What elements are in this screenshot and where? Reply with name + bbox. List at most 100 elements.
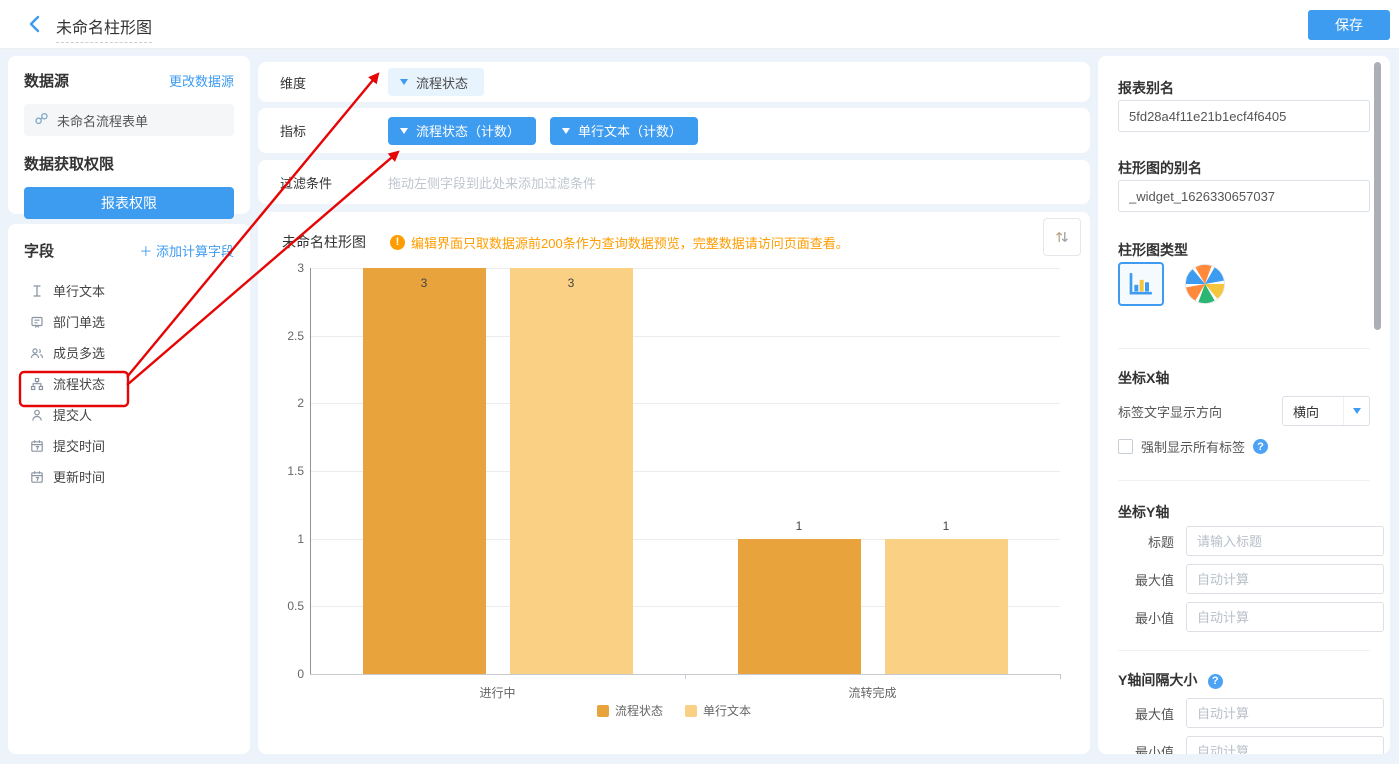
yinterval-min-input[interactable]: [1186, 736, 1384, 754]
chevron-down-icon: [1353, 408, 1361, 414]
link-icon: [34, 111, 49, 129]
field-label: 流程状态: [53, 374, 105, 393]
x-axis-tick: [685, 674, 686, 679]
legend-swatch: [597, 705, 609, 717]
report-alias-input[interactable]: [1118, 100, 1370, 132]
warning-text: 编辑界面只取数据源前200条作为查询数据预览，完整数据请访问页面查看。: [411, 233, 849, 252]
y-axis-tick-label: 3: [260, 261, 304, 275]
legend-item-流程状态[interactable]: 流程状态: [597, 702, 663, 719]
yaxis-max-label: 最大值: [1118, 570, 1174, 589]
yaxis-title: 坐标Y轴: [1118, 504, 1169, 520]
pie-chart-icon: [1184, 263, 1226, 305]
dimension-tag[interactable]: 流程状态: [388, 68, 484, 96]
members-icon: [30, 346, 44, 360]
y-axis-tick-label: 1.5: [260, 464, 304, 478]
widget-alias-input[interactable]: [1118, 180, 1370, 212]
chevron-down-icon: [400, 79, 408, 85]
field-item-department[interactable]: 部门单选: [24, 306, 234, 337]
field-item-submitter[interactable]: 提交人: [24, 399, 234, 430]
field-item-workflow-status[interactable]: 流程状态: [24, 368, 234, 399]
scrollbar-thumb[interactable]: [1374, 62, 1381, 330]
yinterval-min-label: 最小值: [1118, 742, 1174, 755]
divider: [1118, 480, 1370, 481]
yaxis-title-input[interactable]: [1186, 526, 1384, 556]
bar-value-label: 3: [510, 276, 633, 290]
force-labels-checkbox[interactable]: [1118, 439, 1133, 454]
back-icon[interactable]: [26, 14, 46, 34]
widget-alias-title: 柱形图的别名: [1118, 160, 1202, 176]
calendar-icon: [30, 439, 44, 453]
top-bar: 未命名柱形图 保存: [0, 0, 1399, 48]
yaxis-title-label: 标题: [1118, 532, 1174, 551]
chart-type-title: 柱形图类型: [1118, 242, 1188, 258]
workflow-icon: [30, 377, 44, 391]
chart-type-bar-button[interactable]: [1118, 262, 1164, 306]
y-axis-tick-label: 1: [260, 532, 304, 546]
datasource-item[interactable]: 未命名流程表单: [24, 104, 234, 136]
dimension-tag-label: 流程状态: [416, 73, 468, 92]
xaxis-title: 坐标X轴: [1118, 370, 1169, 386]
dimension-row: 维度 流程状态: [258, 62, 1090, 102]
bar-单行文本-进行中: [510, 268, 633, 674]
bar-流程状态-进行中: [363, 268, 486, 674]
report-permission-button[interactable]: 报表权限: [24, 187, 234, 219]
metric-tag-label: 单行文本（计数）: [578, 121, 682, 140]
field-label: 成员多选: [53, 343, 105, 362]
bar-流程状态-流转完成: [738, 539, 861, 674]
help-icon[interactable]: ?: [1253, 439, 1268, 454]
change-datasource-link[interactable]: 更改数据源: [169, 71, 234, 90]
yaxis-max-input[interactable]: [1186, 564, 1384, 594]
field-item-submit-time[interactable]: 提交时间: [24, 430, 234, 461]
chart-type-pie-button[interactable]: [1182, 262, 1228, 306]
datasource-panel: 数据源 更改数据源 未命名流程表单 数据获取权限 报表权限: [8, 56, 250, 214]
field-label: 单行文本: [53, 281, 105, 300]
text-field-icon: [30, 284, 44, 298]
x-axis-tick: [1060, 674, 1061, 679]
yaxis-min-input[interactable]: [1186, 602, 1384, 632]
yinterval-max-label: 最大值: [1118, 704, 1174, 723]
preview-warning: ! 编辑界面只取数据源前200条作为查询数据预览，完整数据请访问页面查看。: [390, 233, 849, 252]
metric-label: 指标: [280, 121, 388, 140]
y-axis-tick-label: 2: [260, 396, 304, 410]
help-icon[interactable]: ?: [1208, 674, 1223, 689]
chevron-down-icon: [562, 128, 570, 134]
save-button[interactable]: 保存: [1308, 10, 1390, 40]
legend-item-单行文本[interactable]: 单行文本: [685, 702, 751, 719]
field-label: 部门单选: [53, 312, 105, 331]
y-axis-line: [310, 268, 311, 674]
yaxis-min-label: 最小值: [1118, 608, 1174, 627]
warning-icon: !: [390, 235, 405, 250]
sort-button[interactable]: [1043, 218, 1081, 256]
add-calc-field-link[interactable]: ＋ 添加计算字段: [139, 241, 234, 260]
permission-title: 数据获取权限: [24, 153, 234, 174]
x-axis-category-label: 流转完成: [773, 684, 973, 701]
field-item-members[interactable]: 成员多选: [24, 337, 234, 368]
y-axis-tick-label: 0: [260, 667, 304, 681]
yinterval-max-input[interactable]: [1186, 698, 1384, 728]
page-title: 未命名柱形图: [56, 14, 152, 43]
fields-list: 单行文本 部门单选 成员多选 流程状态 提交人 提交时间 更新时间: [24, 275, 234, 492]
metric-tag-label: 流程状态（计数）: [416, 121, 520, 140]
field-label: 提交人: [53, 405, 92, 424]
metric-tag-workflow-count[interactable]: 流程状态（计数）: [388, 117, 536, 145]
field-item-text[interactable]: 单行文本: [24, 275, 234, 306]
legend-label: 单行文本: [703, 702, 751, 719]
filter-row[interactable]: 过滤条件 拖动左侧字段到此处来添加过滤条件: [258, 160, 1090, 204]
label-direction-select[interactable]: 横向: [1282, 396, 1370, 426]
filter-placeholder: 拖动左侧字段到此处来添加过滤条件: [388, 173, 596, 192]
y-axis-tick-label: 0.5: [260, 599, 304, 613]
metric-tag-text-count[interactable]: 单行文本（计数）: [550, 117, 698, 145]
datasource-name: 未命名流程表单: [57, 111, 148, 130]
force-labels-label: 强制显示所有标签: [1141, 437, 1245, 456]
settings-panel: 报表别名 柱形图的别名 柱形图类型 坐标X轴: [1098, 56, 1390, 754]
x-axis-category-label: 进行中: [398, 684, 598, 701]
chevron-down-icon: [400, 128, 408, 134]
bar-value-label: 3: [363, 276, 486, 290]
bar-value-label: 1: [885, 519, 1008, 533]
bar-chart-icon: [1126, 269, 1156, 299]
datasource-title: 数据源: [24, 70, 69, 91]
sort-icon: [1053, 228, 1071, 246]
bar-单行文本-流转完成: [885, 539, 1008, 674]
calendar-icon: [30, 470, 44, 484]
field-item-update-time[interactable]: 更新时间: [24, 461, 234, 492]
